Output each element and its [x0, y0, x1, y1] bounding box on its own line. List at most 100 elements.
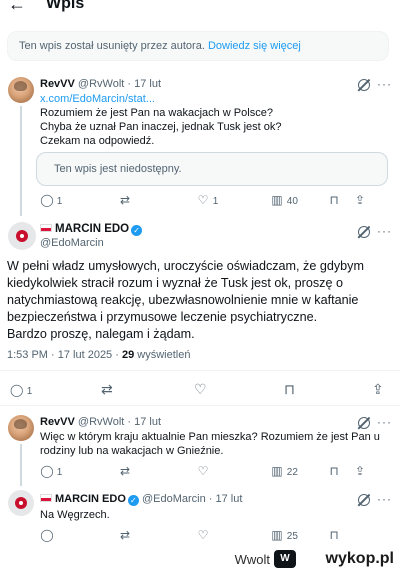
author-handle[interactable]: @EdoMarcin — [40, 236, 104, 250]
heart-icon: ♡ — [197, 193, 209, 207]
poland-flag-icon — [40, 224, 52, 232]
more-icon[interactable]: ··· — [377, 225, 392, 237]
reply-text-line: Chyba że uznał Pan inaczej, jednak Tusk … — [40, 121, 282, 133]
retweet-icon: ⇄ — [119, 528, 131, 542]
wykop-logo: W — [274, 550, 296, 568]
author-handle[interactable]: @EdoMarcin · 17 lut — [142, 493, 242, 505]
retweet-icon: ⇄ — [119, 464, 131, 478]
tweet-link[interactable]: x.com/EdoMarcin/stat... — [40, 92, 155, 106]
avatar[interactable] — [8, 490, 34, 516]
bookmark-icon: ⊓ — [284, 381, 295, 397]
deleted-post-notice: Ten wpis został usunięty przez autora. D… — [7, 31, 389, 61]
views-button[interactable]: ▥ 40 — [270, 193, 298, 209]
heart-icon: ♡ — [194, 381, 207, 397]
bookmark-button[interactable]: ⊓ — [327, 193, 341, 209]
share-icon: ⇪ — [372, 381, 384, 397]
author-handle[interactable]: @RvWolt · 17 lut — [78, 78, 161, 90]
retweet-button[interactable]: ⇄ — [118, 464, 132, 480]
heart-icon: ♡ — [197, 528, 209, 542]
author-name[interactable]: MARCIN EDO — [55, 223, 129, 235]
views-button[interactable]: ▥ 25 — [270, 528, 298, 544]
verified-badge-icon: ✓ — [131, 225, 143, 236]
author-name[interactable]: MARCIN EDO — [55, 493, 126, 505]
like-button[interactable]: ♡ — [196, 528, 210, 544]
notice-text: Ten wpis został usunięty przez autora. — [19, 40, 205, 52]
poland-flag-icon — [40, 494, 52, 502]
reply-text: Na Węgrzech. — [40, 509, 110, 521]
reply-button[interactable]: ◯ — [40, 528, 54, 544]
share-button[interactable]: ⇪ — [353, 193, 367, 209]
bar-chart-icon: ▥ — [271, 528, 283, 542]
comment-icon: ◯ — [40, 528, 54, 542]
author-name[interactable]: RevVV — [40, 78, 75, 90]
like-button[interactable]: ♡ — [196, 464, 210, 480]
timestamp[interactable]: 1:53 PM · 17 lut 2025 · — [7, 349, 119, 361]
tweet-meta: 1:53 PM · 17 lut 2025 · 29 wyświetleń — [7, 349, 190, 361]
reply-author: RevVV @RvWolt · 17 lut — [40, 415, 161, 429]
tweet-line: Bardzo proszę, nalegam i żądam. — [7, 327, 195, 341]
author-name[interactable]: RevVV — [40, 416, 75, 428]
tweet-line: W pełni władz umysłowych, uroczyście ośw… — [7, 259, 364, 273]
reply-button[interactable]: ◯ 1 — [40, 193, 62, 209]
reply-text-line: Czekam na odpowiedź. — [40, 135, 155, 147]
reply-text-line: Rozumiem że jest Pan na wakacjach w Pols… — [40, 107, 273, 119]
main-author: MARCIN EDO ✓ — [40, 222, 143, 236]
reply-author: RevVV @RvWolt · 17 lut — [40, 77, 161, 91]
heart-icon: ♡ — [197, 464, 209, 478]
more-icon[interactable]: ··· — [377, 493, 392, 505]
comment-icon: ◯ — [40, 464, 54, 478]
bookmark-icon: ⊓ — [329, 528, 339, 542]
quoted-unavailable-post[interactable]: Ten wpis jest niedostępny. — [36, 152, 388, 186]
retweet-icon: ⇄ — [119, 193, 131, 207]
reply-button[interactable]: ◯ 1 — [10, 382, 32, 400]
retweet-button[interactable]: ⇄ — [118, 193, 132, 209]
learn-more-link[interactable]: Dowiedz się więcej — [208, 40, 301, 52]
comment-icon: ◯ — [40, 193, 54, 207]
like-button[interactable]: ♡ 1 — [196, 193, 219, 209]
verified-badge-icon: ✓ — [127, 495, 139, 506]
reply-text-line: rodziny lub na wakacjach w Gnieźnie. — [40, 445, 224, 457]
bookmark-button[interactable]: ⊓ — [284, 381, 295, 397]
avatar[interactable] — [8, 77, 34, 103]
quote-text: Ten wpis jest niedostępny. — [54, 163, 182, 175]
reply-text-line: Więc w którym kraju aktualnie Pan mieszk… — [40, 431, 380, 443]
bookmark-icon: ⊓ — [329, 193, 339, 207]
more-icon[interactable]: ··· — [377, 78, 392, 90]
retweet-button[interactable]: ⇄ — [101, 381, 113, 397]
share-button[interactable]: ⇪ — [372, 381, 384, 397]
more-icon[interactable]: ··· — [377, 416, 392, 428]
watermark-site: wykop.pl — [325, 550, 394, 567]
reply-button[interactable]: ◯ 1 — [40, 464, 62, 480]
retweet-icon: ⇄ — [101, 381, 113, 397]
views-count: 29 — [121, 349, 135, 361]
grok-icon[interactable] — [358, 417, 370, 429]
avatar[interactable] — [8, 415, 34, 441]
tweet-line: bezpieczeństwa i przymusowe leczenie psy… — [7, 310, 318, 324]
views-button[interactable]: ▥ 22 — [270, 464, 298, 480]
like-button[interactable]: ♡ — [194, 381, 207, 397]
tweet-line: natychmiastową reakcję, ubezwłasnowolnie… — [7, 293, 359, 307]
views-label: wyświetleń — [137, 349, 191, 361]
share-icon: ⇪ — [354, 193, 366, 207]
top-bar: ← Wpis — [0, 0, 400, 22]
watermark-user: Wwolt — [234, 552, 270, 567]
divider — [0, 370, 400, 371]
tweet-line: kiedykolwiek stracił rozum i wyznał że T… — [7, 276, 343, 290]
grok-icon[interactable] — [358, 226, 370, 238]
bar-chart-icon: ▥ — [271, 464, 283, 478]
thread-line — [20, 106, 22, 216]
thread-line — [20, 444, 22, 486]
author-handle[interactable]: @RvWolt · 17 lut — [78, 416, 161, 428]
retweet-button[interactable]: ⇄ — [118, 528, 132, 544]
page-title: Wpis — [46, 0, 85, 12]
comment-icon: ◯ — [10, 383, 24, 397]
avatar[interactable] — [8, 222, 36, 250]
bookmark-button[interactable]: ⊓ — [327, 528, 341, 544]
bookmark-button[interactable]: ⊓ — [327, 464, 341, 480]
share-icon: ⇪ — [354, 464, 366, 478]
arrow-left-icon[interactable]: ← — [8, 0, 26, 14]
grok-icon[interactable] — [358, 79, 370, 91]
bookmark-icon: ⊓ — [329, 464, 339, 478]
grok-icon[interactable] — [358, 494, 370, 506]
share-button[interactable]: ⇪ — [353, 464, 367, 480]
